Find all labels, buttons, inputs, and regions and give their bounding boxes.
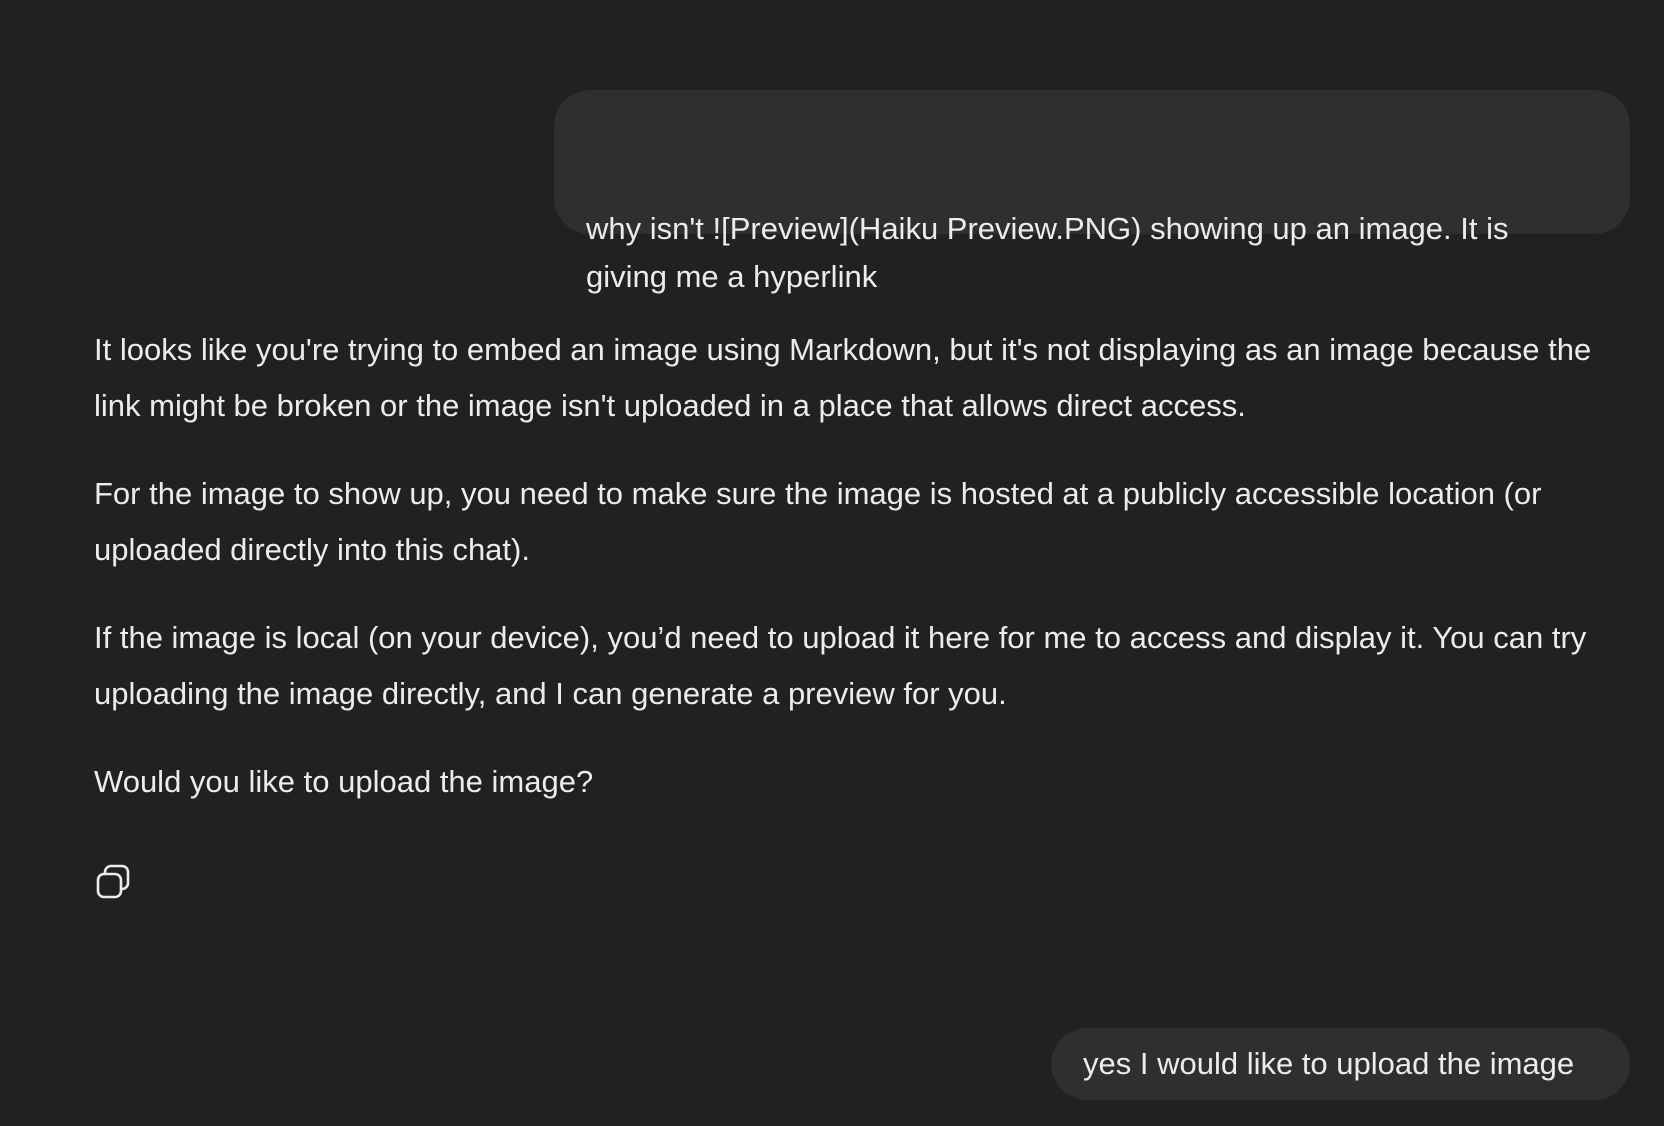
user-message-text: yes I would like to upload the image xyxy=(1083,1046,1575,1081)
assistant-paragraph: Would you like to upload the image? xyxy=(94,764,594,799)
copy-button[interactable] xyxy=(94,862,134,902)
assistant-message: It looks like you're trying to embed an … xyxy=(94,322,1634,842)
copy-icon xyxy=(96,864,130,899)
user-message-text: why isn't ![Preview](Haiku Preview.PNG) … xyxy=(586,211,1509,294)
user-message-bubble: yes I would like to upload the image xyxy=(1051,1028,1630,1100)
assistant-paragraph: It looks like you're trying to embed an … xyxy=(94,332,1592,423)
assistant-paragraph: If the image is local (on your device), … xyxy=(94,620,1587,711)
assistant-paragraph: For the image to show up, you need to ma… xyxy=(94,476,1542,567)
user-message-bubble: why isn't ![Preview](Haiku Preview.PNG) … xyxy=(554,90,1630,294)
